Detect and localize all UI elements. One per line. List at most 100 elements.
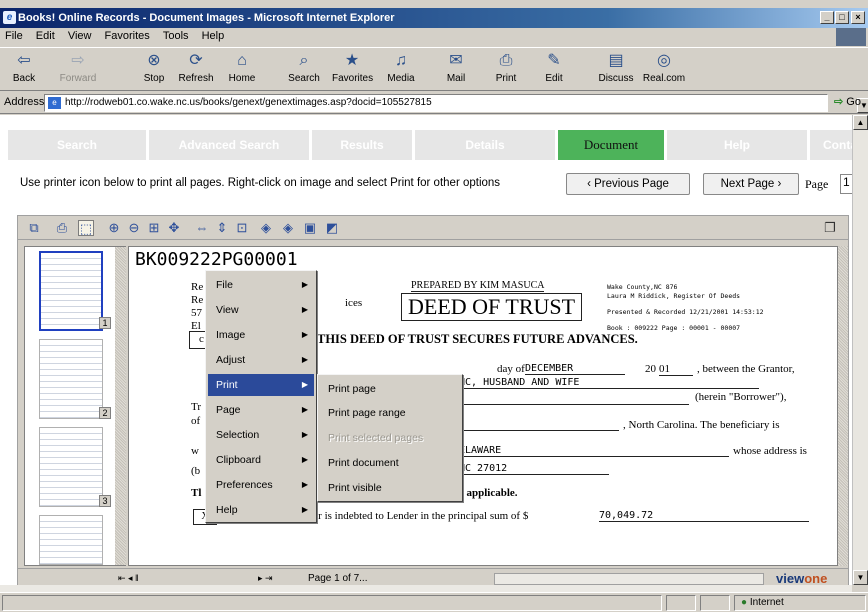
status-cell — [700, 595, 730, 611]
document-scrollbar[interactable] — [838, 246, 848, 566]
context-page[interactable]: Page ▶ — [208, 399, 314, 421]
menu-tools[interactable]: Tools — [158, 28, 194, 44]
blank-line — [459, 393, 689, 405]
scroll-down-icon[interactable]: ▼ — [853, 570, 868, 585]
thumbnail-page-2[interactable] — [39, 339, 103, 419]
favorites-button[interactable]: ★ Favorites — [332, 51, 373, 89]
zoom-out-icon[interactable]: ⊖ — [126, 220, 142, 236]
restore-window-icon[interactable]: ❐ — [822, 220, 838, 236]
search-button[interactable]: ⌕ Search — [284, 51, 324, 89]
favorites-icon: ★ — [344, 52, 360, 69]
b-fragment: (b — [191, 465, 201, 477]
between-grantor: , between the Grantor, — [697, 363, 795, 375]
zoom-rect-icon[interactable]: ⊞ — [146, 220, 162, 236]
realcom-button[interactable]: ◎ Real.com — [640, 51, 688, 89]
next-page-button[interactable]: Next Page › — [703, 173, 799, 195]
address-field[interactable]: e http://rodweb01.co.wake.nc.us/books/ge… — [44, 94, 868, 113]
fit-width-icon[interactable]: ⇔ — [194, 220, 210, 236]
tab-contact[interactable]: Conta — [810, 130, 852, 160]
globe-icon: ● — [741, 597, 748, 608]
tr-fragment: Tr — [191, 401, 201, 413]
menu-help[interactable]: Help — [197, 28, 230, 44]
viewer-print-icon[interactable]: ⎙ — [54, 220, 70, 236]
media-button[interactable]: ♫ Media — [381, 51, 421, 89]
tab-search[interactable]: Search — [8, 130, 146, 160]
internet-explorer-icon: e — [3, 11, 16, 24]
print-page-item[interactable]: Print page — [320, 378, 460, 400]
mail-icon: ✉ — [449, 52, 463, 69]
mail-button[interactable]: ✉ Mail — [436, 51, 476, 89]
go-arrow-icon: ⇨ — [834, 96, 844, 108]
previous-page-button[interactable]: ‹ Previous Page — [566, 173, 690, 195]
page-vertical-scrollbar[interactable]: ▲ ▼ — [852, 115, 868, 585]
window-title: Books! Online Records - Document Images … — [18, 12, 395, 24]
context-adjust[interactable]: Adjust ▶ — [208, 349, 314, 371]
print-button[interactable]: ⎙ Print — [486, 51, 526, 89]
invert-icon[interactable]: ▣ — [302, 220, 318, 236]
thumbnail-number: 1 — [99, 317, 111, 329]
principal-sum: 70,049.72 — [599, 510, 809, 522]
rotate-right-icon[interactable]: ◈ — [280, 220, 296, 236]
context-help[interactable]: Help ▶ — [208, 499, 314, 521]
submenu-arrow-icon: ▶ — [301, 405, 308, 414]
next-last-nav[interactable]: ▸ ⇥ — [258, 573, 273, 584]
select-tool-icon[interactable]: ⬚ — [78, 220, 94, 236]
minimize-button[interactable]: _ — [820, 11, 834, 24]
annotate-icon[interactable]: ◩ — [324, 220, 340, 236]
scroll-up-icon[interactable]: ▲ — [853, 115, 868, 130]
refresh-button[interactable]: ⟳ Refresh — [176, 51, 216, 89]
rotate-left-icon[interactable]: ◈ — [258, 220, 274, 236]
viewer-horizontal-scrollbar[interactable] — [494, 573, 764, 585]
realcom-icon: ◎ — [657, 52, 671, 69]
thumbnail-page-1[interactable] — [39, 251, 103, 331]
submenu-arrow-icon: ▶ — [301, 305, 308, 314]
tab-document[interactable]: Document — [558, 130, 664, 160]
page-label: Page — [805, 177, 829, 191]
tab-help[interactable]: Help — [667, 130, 807, 160]
thumbnails-toggle-icon[interactable]: ⧉ — [26, 220, 42, 236]
print-page-range-item[interactable]: Print page range — [320, 402, 460, 424]
tab-details[interactable]: Details — [415, 130, 555, 160]
menu-favorites[interactable]: Favorites — [100, 28, 155, 44]
pan-icon[interactable]: ✥ — [166, 220, 182, 236]
address-label: Address — [4, 96, 45, 108]
edit-icon: ✎ — [547, 52, 561, 69]
thumbnail-page-4[interactable] — [39, 515, 103, 565]
forward-button[interactable]: ⇨ Forward — [58, 51, 98, 89]
menu-edit[interactable]: Edit — [31, 28, 60, 44]
thumbnail-scrollbar[interactable] — [115, 247, 126, 565]
home-button[interactable]: ⌂ Home — [222, 51, 262, 89]
print-document-item[interactable]: Print document — [320, 452, 460, 474]
home-icon: ⌂ — [237, 52, 247, 69]
of-fragment: of — [191, 415, 201, 427]
fit-height-icon[interactable]: ⇕ — [214, 220, 230, 236]
tab-results[interactable]: Results — [312, 130, 412, 160]
context-file[interactable]: File ▶ — [208, 274, 314, 296]
back-button[interactable]: ⇦ Back — [4, 51, 44, 89]
context-view[interactable]: View ▶ — [208, 299, 314, 321]
maximize-button[interactable]: □ — [835, 11, 849, 24]
stop-button[interactable]: ⊗ Stop — [134, 51, 174, 89]
edit-button[interactable]: ✎ Edit — [534, 51, 574, 89]
discuss-button[interactable]: ▤ Discuss — [596, 51, 636, 89]
context-preferences[interactable]: Preferences ▶ — [208, 474, 314, 496]
context-clipboard[interactable]: Clipboard ▶ — [208, 449, 314, 471]
thumbnail-page-3[interactable] — [39, 427, 103, 507]
first-prev-nav[interactable]: ⇤ ◂ ‖ — [118, 573, 139, 584]
print-visible-item[interactable]: Print visible — [320, 477, 460, 499]
menu-file[interactable]: File — [0, 28, 28, 44]
context-selection[interactable]: Selection ▶ — [208, 424, 314, 446]
context-print[interactable]: Print ▶ — [208, 374, 314, 396]
menu-view[interactable]: View — [63, 28, 97, 44]
page-number-input[interactable]: 1 — [840, 174, 852, 194]
page-horizontal-scrollbar[interactable] — [0, 585, 852, 592]
tab-advanced-search[interactable]: Advanced Search — [149, 130, 309, 160]
fit-page-icon[interactable]: ⊡ — [234, 220, 250, 236]
context-menu: File ▶ View ▶ Image ▶ Adjust ▶ Print ▶ Page ▶ … — [205, 270, 317, 523]
year-prefix: 20 — [645, 363, 656, 375]
zoom-in-icon[interactable]: ⊕ — [106, 220, 122, 236]
context-image[interactable]: Image ▶ — [208, 324, 314, 346]
husband-wife-line: NC, HUSBAND AND WIFE — [459, 377, 759, 389]
close-button[interactable]: × — [851, 11, 865, 24]
go-button[interactable]: ⇨ Go — [834, 95, 861, 108]
